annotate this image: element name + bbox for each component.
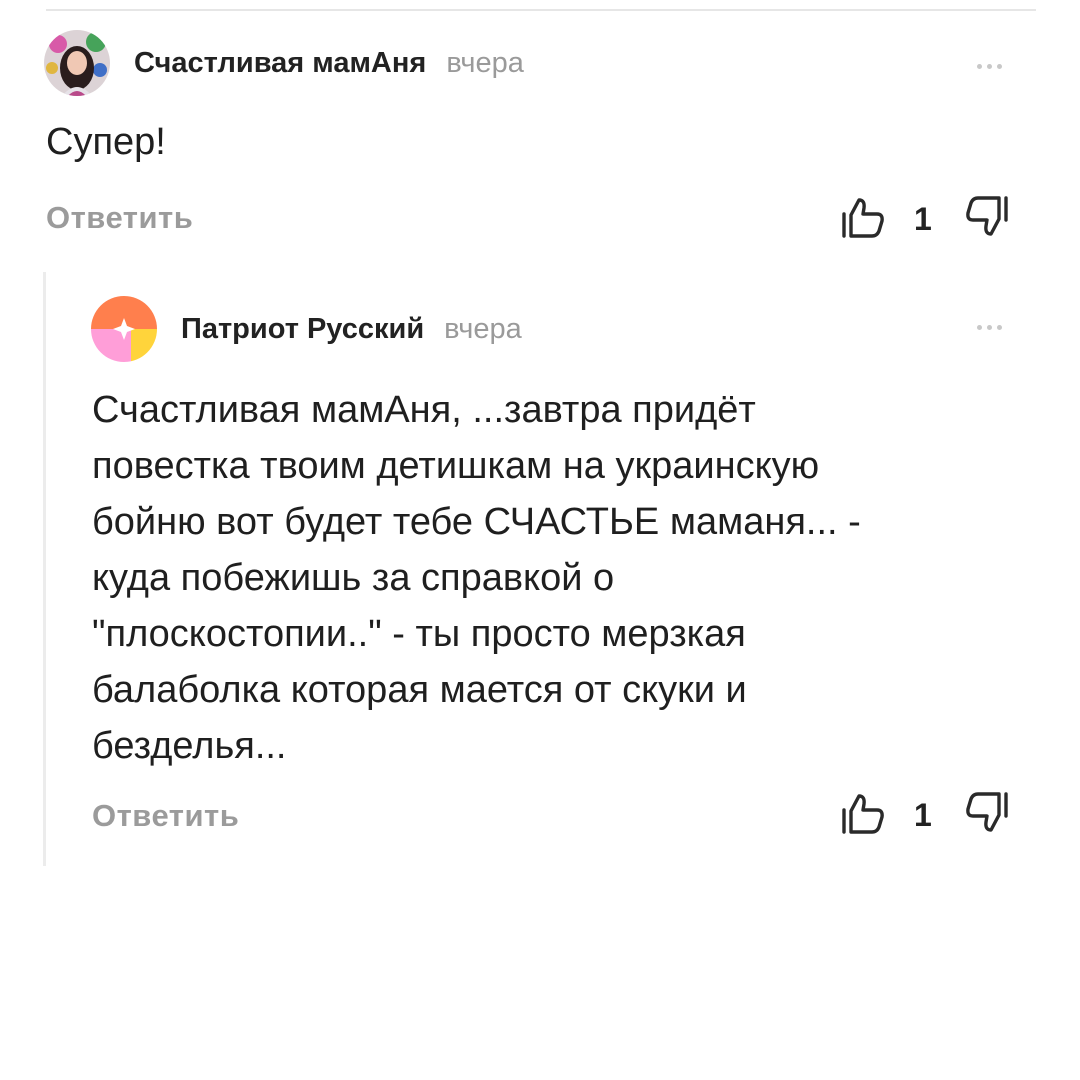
thumb-down-icon[interactable] bbox=[964, 194, 1010, 245]
more-dots-icon bbox=[997, 64, 1002, 69]
vote-bar: 1 bbox=[840, 790, 1010, 841]
thread-line bbox=[43, 272, 46, 866]
more-dots-icon bbox=[987, 325, 992, 330]
comment-author[interactable]: Счастливая мамАня bbox=[134, 47, 426, 80]
like-count: 1 bbox=[914, 201, 932, 237]
comment-time: вчера bbox=[446, 46, 524, 79]
thumb-up-icon[interactable] bbox=[840, 790, 886, 841]
thumb-down-icon[interactable] bbox=[964, 790, 1010, 841]
more-dots-icon bbox=[997, 325, 1002, 330]
comment-text: Счастливая мамАня, ...завтра придёт пове… bbox=[92, 389, 861, 767]
more-options-button[interactable] bbox=[977, 325, 1002, 330]
comment-time: вчера bbox=[444, 312, 522, 345]
more-options-button[interactable] bbox=[977, 64, 1002, 69]
avatar[interactable] bbox=[91, 296, 157, 362]
more-dots-icon bbox=[977, 64, 982, 69]
reply-button[interactable]: Ответить bbox=[92, 798, 239, 834]
reply-button[interactable]: Ответить bbox=[46, 200, 193, 236]
avatar[interactable] bbox=[44, 30, 110, 96]
top-divider bbox=[46, 9, 1036, 11]
comment-text: Супер! bbox=[46, 121, 166, 163]
thumb-up-icon[interactable] bbox=[840, 194, 886, 245]
comment-header: Патриот Русский вчера bbox=[91, 296, 522, 362]
more-dots-icon bbox=[977, 325, 982, 330]
more-dots-icon bbox=[987, 64, 992, 69]
like-count: 1 bbox=[914, 797, 932, 833]
comment-author[interactable]: Патриот Русский bbox=[181, 313, 424, 346]
vote-bar: 1 bbox=[840, 194, 1010, 245]
comment-header: Счастливая мамАня вчера bbox=[44, 30, 524, 96]
